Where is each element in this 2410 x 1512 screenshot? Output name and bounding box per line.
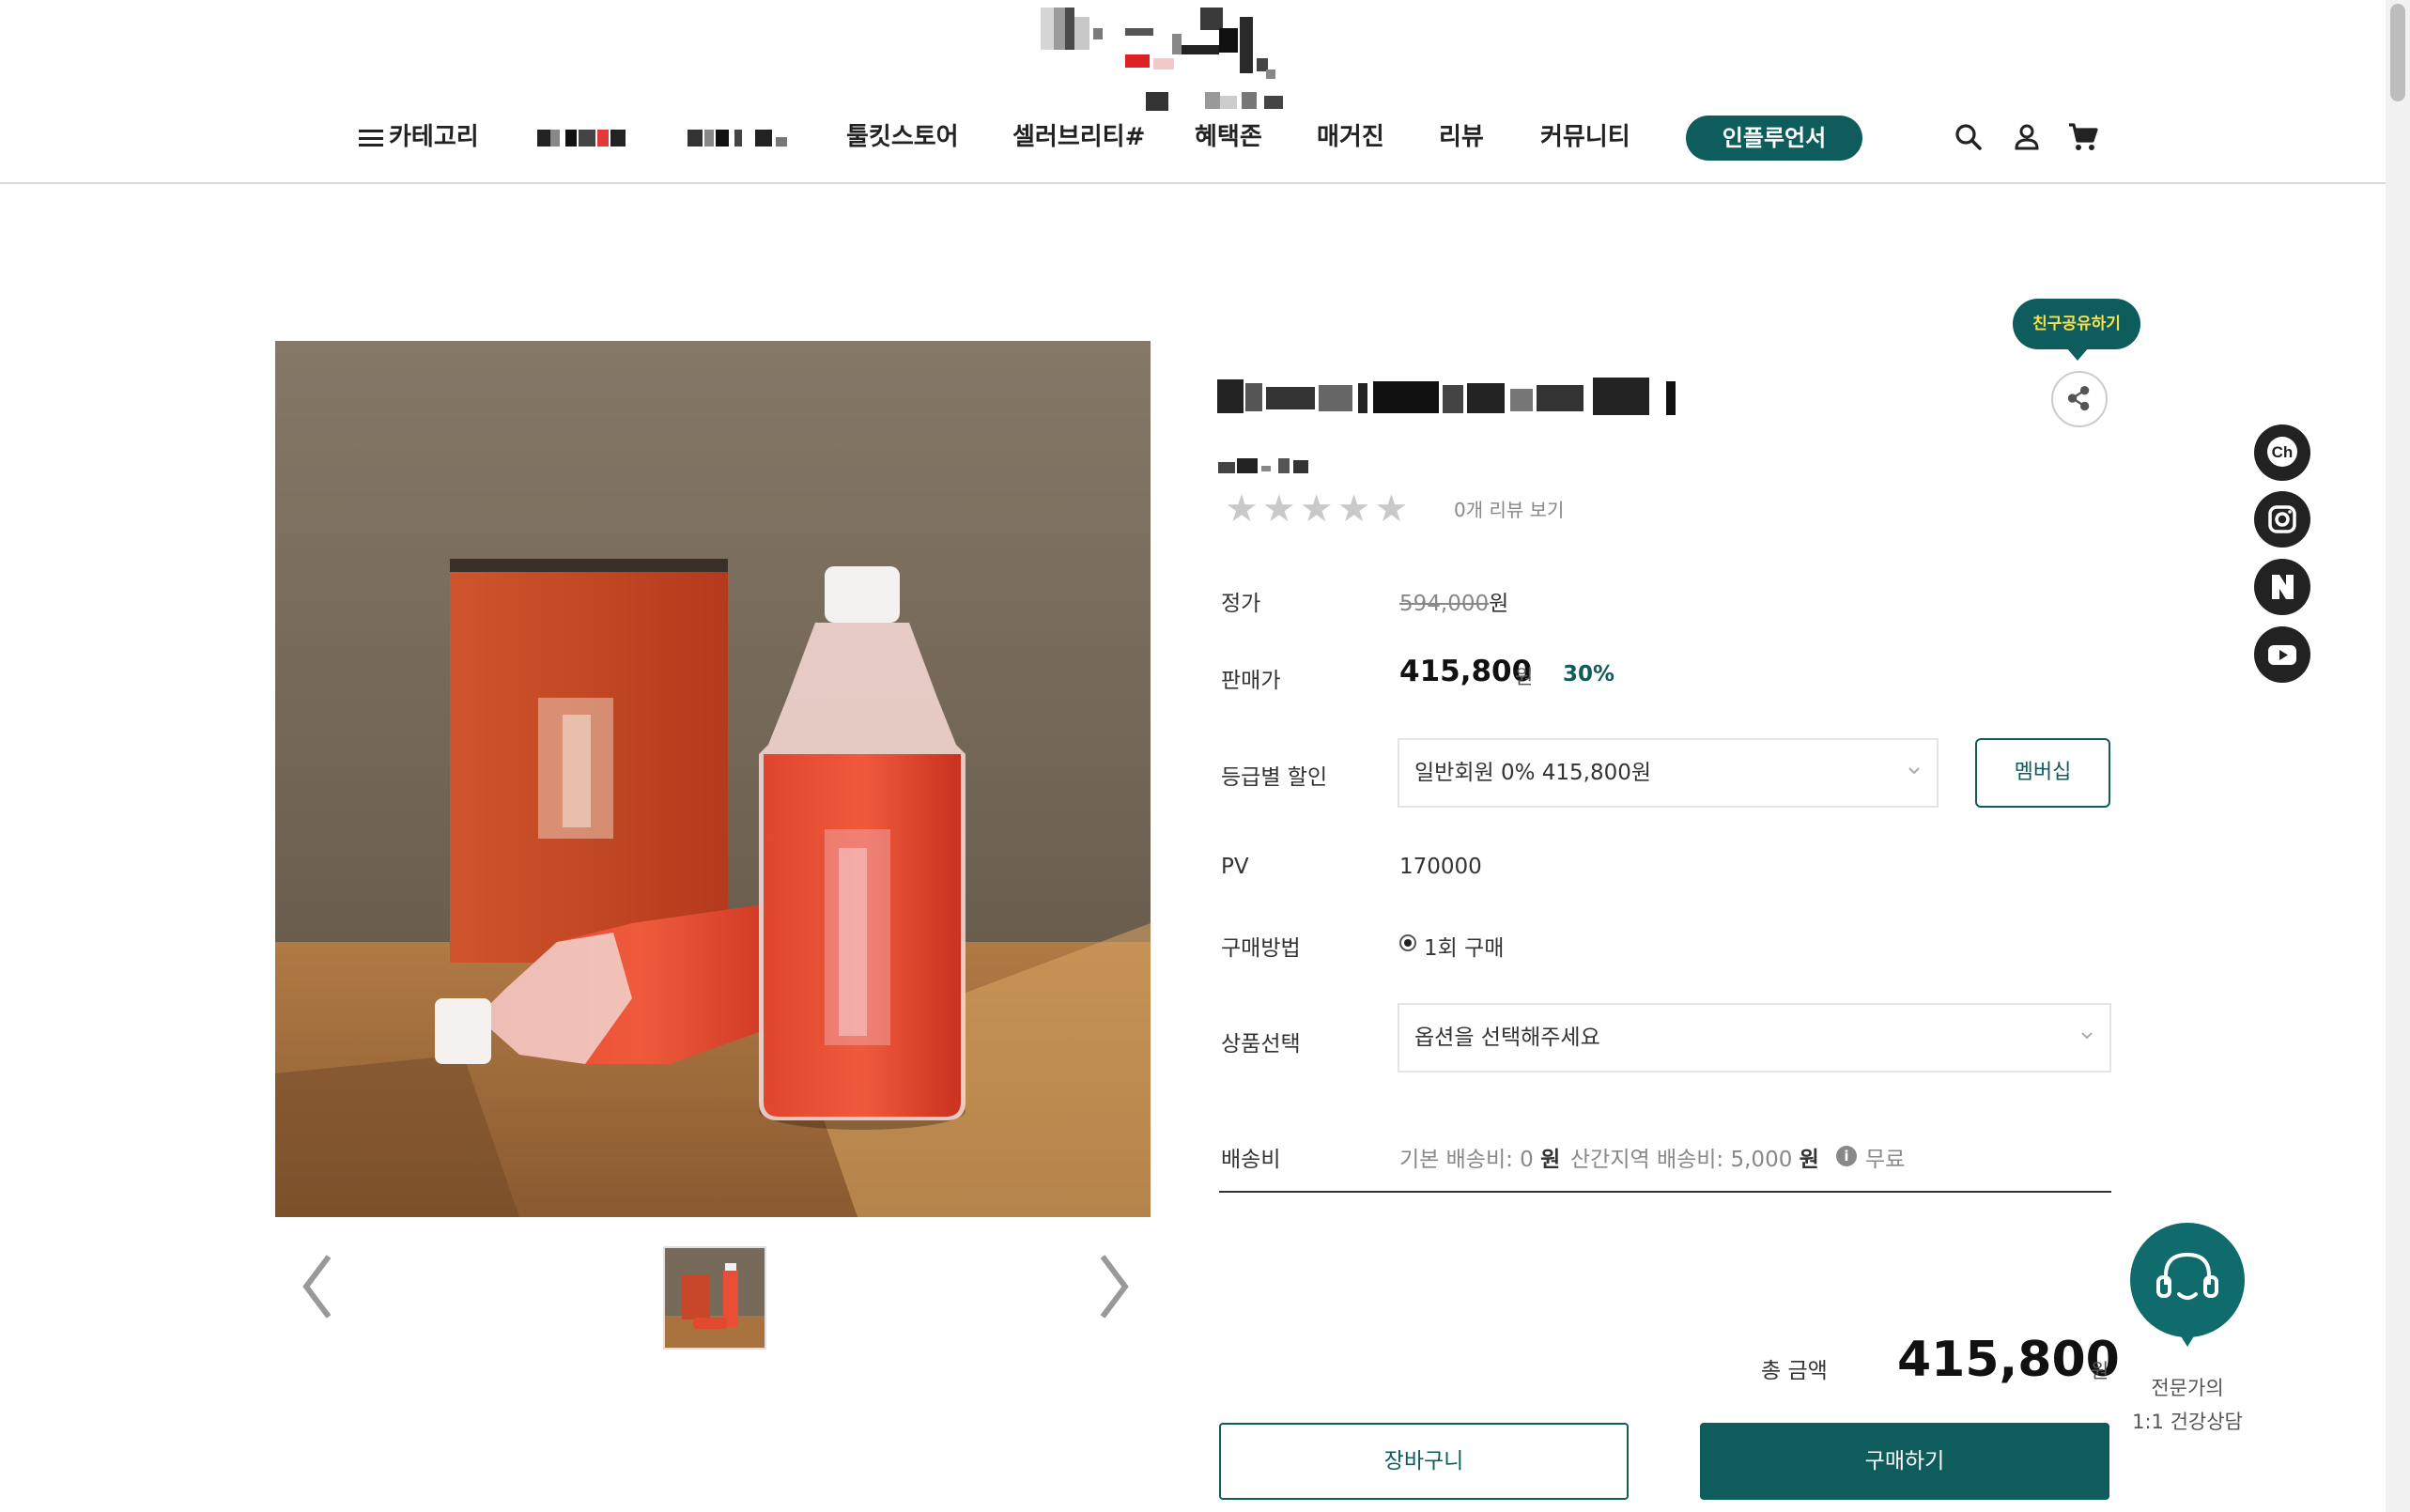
nav-celebrity[interactable]: 셀러브리티# [1012, 116, 1145, 158]
menu-icon [359, 129, 383, 147]
nav-review[interactable]: 리뷰 [1439, 116, 1484, 158]
header-divider [0, 182, 2386, 184]
grade-discount-select[interactable]: 일반회원 0% 415,800원 [1398, 738, 1939, 808]
sale-price-unit: 원 [1515, 666, 1534, 688]
sale-price-label: 판매가 [1221, 669, 1281, 693]
review-count-link[interactable]: 0개 리뷰 보기 [1454, 495, 1564, 522]
purchase-once-label[interactable]: 1회 구매 [1424, 930, 1504, 962]
instagram-icon [2268, 505, 2296, 533]
product-main-image [275, 341, 1151, 1217]
nav-toolkit-store[interactable]: 툴킷스토어 [846, 116, 959, 158]
nav-item-obscured-2[interactable] [687, 130, 793, 147]
grade-discount-label: 등급별 할인 [1221, 765, 1328, 790]
instagram-button[interactable] [2254, 491, 2310, 548]
pv-value: 170000 [1399, 855, 1482, 879]
consult-label: 전문가의 1:1 건강상담 [2132, 1377, 2243, 1433]
membership-button[interactable]: 멤버십 [1975, 738, 2110, 808]
prev-image-arrow[interactable] [295, 1249, 342, 1324]
svg-text:Ch: Ch [2272, 443, 2294, 461]
expert-consult-button[interactable] [2130, 1223, 2245, 1337]
option-select-label: 상품선택 [1221, 1032, 1301, 1057]
discount-rate: 30% [1563, 662, 1615, 687]
naver-icon [2272, 575, 2294, 599]
sale-price: 415,800 [1399, 655, 1533, 688]
headset-icon [2156, 1252, 2218, 1300]
buy-now-button[interactable]: 구매하기 [1700, 1423, 2109, 1500]
share-tooltip: 친구공유하기 [2013, 299, 2140, 349]
option-select[interactable]: 옵션을 선택해주세요 [1398, 1003, 2111, 1072]
purchase-method-label: 구매방법 [1221, 936, 1301, 961]
share-button[interactable] [2051, 371, 2108, 427]
product-thumbnail[interactable] [663, 1246, 766, 1350]
kakao-channel-icon: Ch [2267, 437, 2297, 467]
consult-pointer [2178, 1332, 2197, 1347]
next-image-arrow[interactable] [1089, 1249, 1136, 1324]
chevron-down-icon [1908, 767, 1920, 775]
shipping-basic: 기본 배송비: 0 원 [1399, 1148, 1561, 1172]
shipping-mountain: 산간지역 배송비: 5,000 원 [1570, 1148, 1819, 1172]
total-price: 415,800 [1897, 1332, 2120, 1388]
total-label: 총 금액 [1761, 1359, 1828, 1383]
total-price-unit: 원 [2091, 1360, 2109, 1382]
pv-label: PV [1221, 855, 1249, 879]
shipping-free: 무료 [1865, 1148, 1906, 1172]
nav-community[interactable]: 커뮤니티 [1540, 116, 1630, 158]
purchase-once-radio[interactable] [1399, 934, 1416, 951]
youtube-icon [2268, 645, 2296, 665]
nav-benefits[interactable]: 혜택존 [1195, 116, 1262, 158]
share-icon [2067, 386, 2090, 411]
search-icon[interactable] [1952, 120, 1985, 154]
list-price: 594,000원 [1399, 592, 1509, 616]
youtube-button[interactable] [2254, 626, 2310, 683]
site-logo[interactable] [1041, 8, 1290, 113]
add-to-cart-button[interactable]: 장바구니 [1219, 1423, 1629, 1500]
list-price-label: 정가 [1221, 592, 1261, 616]
scrollbar-thumb[interactable] [2390, 4, 2405, 101]
brand-name-obscured [1218, 456, 1312, 475]
shipping-label: 배송비 [1221, 1148, 1281, 1172]
rating-stars: ★★★★★ [1225, 487, 1413, 531]
nav-category[interactable]: 카테고리 [359, 116, 479, 158]
info-divider [1219, 1191, 2111, 1193]
chevron-down-icon [2081, 1032, 2093, 1040]
kakao-channel-button[interactable]: Ch [2254, 424, 2310, 481]
naver-button[interactable] [2254, 559, 2310, 615]
nav-item-obscured-1[interactable] [537, 130, 629, 147]
page-scrollbar[interactable] [2386, 0, 2410, 1512]
product-title-obscured [1217, 378, 1679, 415]
cart-icon[interactable] [2066, 120, 2100, 154]
user-icon[interactable] [2010, 120, 2044, 154]
share-tooltip-pointer [2066, 347, 2089, 361]
info-icon[interactable]: i [1836, 1146, 1857, 1166]
nav-influencer-button[interactable]: 인플루언서 [1686, 116, 1862, 161]
nav-magazine[interactable]: 매거진 [1317, 116, 1384, 158]
